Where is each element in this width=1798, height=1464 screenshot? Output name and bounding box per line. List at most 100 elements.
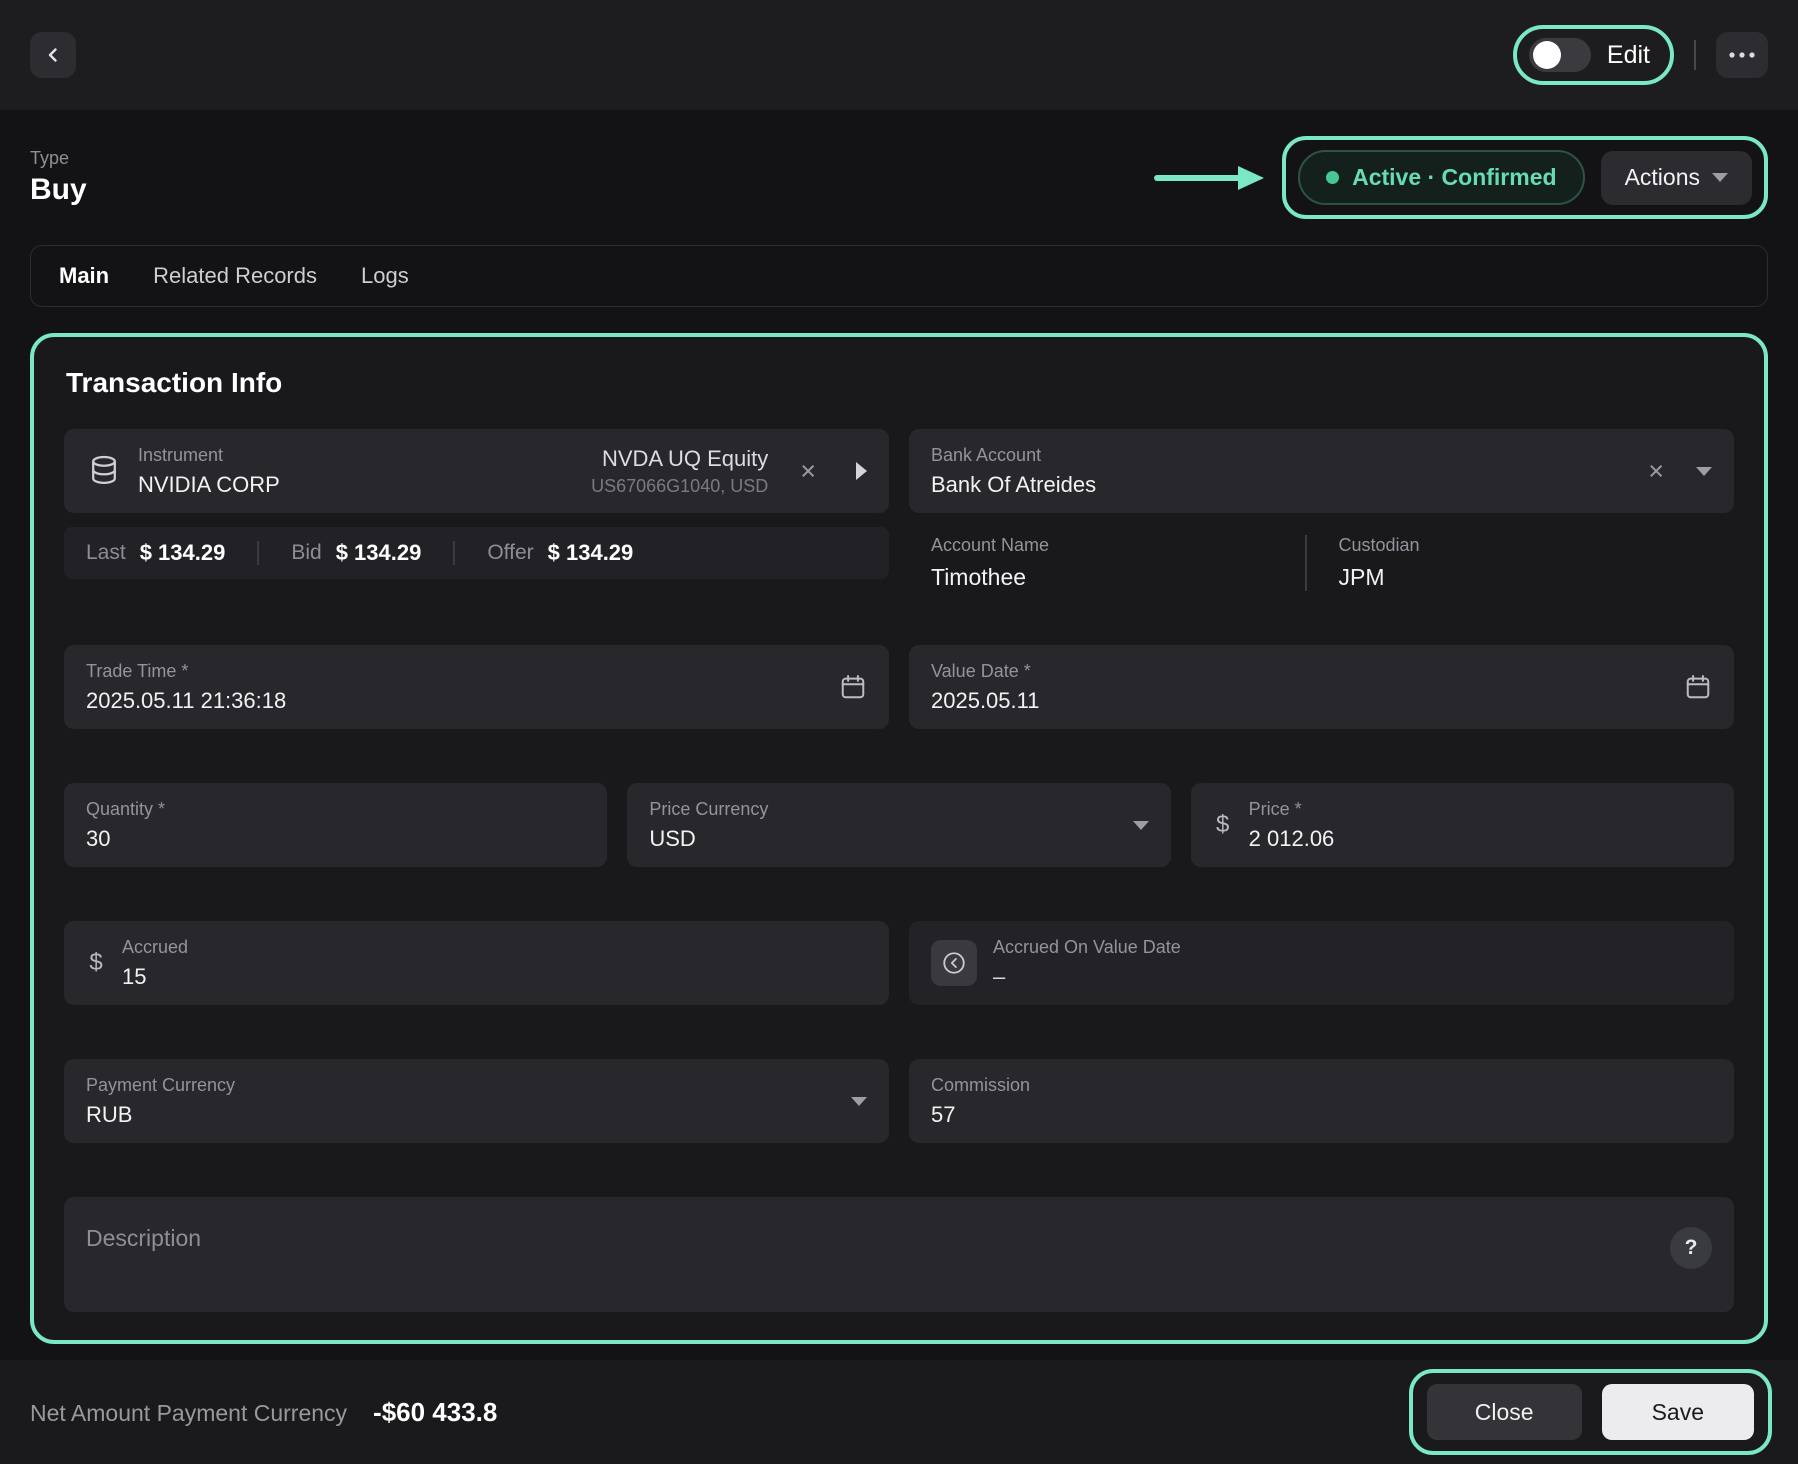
bank-account-column: Bank Account Bank Of Atreides × Account … xyxy=(909,429,1734,591)
bank-account-body: Bank Account Bank Of Atreides xyxy=(931,445,1630,498)
more-options-button[interactable] xyxy=(1716,32,1768,78)
price-currency-body: Price Currency USD xyxy=(649,799,1116,852)
footer: Net Amount Payment Currency -$60 433.8 C… xyxy=(0,1360,1798,1464)
annotation-footer-highlight: Close Save xyxy=(1409,1369,1772,1455)
chevron-down-icon xyxy=(1712,173,1728,182)
field-value: Timothee xyxy=(931,564,1305,591)
chevron-left-icon xyxy=(44,46,62,64)
row-dates: Trade Time * 2025.05.11 21:36:18 Value D… xyxy=(64,645,1734,729)
instrument-meta: NVDA UQ Equity US67066G1040, USD xyxy=(591,446,768,497)
calendar-icon[interactable] xyxy=(839,673,867,701)
dollar-icon: $ xyxy=(1213,811,1233,839)
topbar: Edit xyxy=(0,0,1798,110)
panel-title: Transaction Info xyxy=(66,367,1734,399)
row-description: Description ? xyxy=(64,1197,1734,1312)
field-label: Custodian xyxy=(1339,535,1713,556)
field-label: Accrued On Value Date xyxy=(993,937,1712,958)
field-label: Commission xyxy=(931,1075,1712,1096)
tab-main[interactable]: Main xyxy=(59,263,109,289)
calendar-icon[interactable] xyxy=(1684,673,1712,701)
quote-bid: Bid $ 134.29 xyxy=(291,540,421,566)
field-value: 30 xyxy=(86,826,585,852)
field-label: Bank Account xyxy=(931,445,1630,466)
field-label: Trade Time * xyxy=(86,661,823,682)
transaction-window: Edit Type Buy xyxy=(0,0,1798,1464)
dollar-icon: $ xyxy=(86,949,106,977)
status-area: Active · Confirmed Actions xyxy=(1154,136,1768,219)
type-row: Type Buy Active · Confirmed Actions xyxy=(30,110,1768,219)
accrued-on-value-date-body: Accrued On Value Date – xyxy=(993,937,1712,990)
field-label: Price Currency xyxy=(649,799,1116,820)
accrued-body: Accrued 15 xyxy=(122,937,867,990)
transaction-info-panel: Transaction Info Instrument NVIDIA CORP … xyxy=(30,333,1768,1344)
instrument-body: Instrument NVIDIA CORP xyxy=(138,445,575,498)
accrued-field[interactable]: $ Accrued 15 xyxy=(64,921,889,1005)
tab-related-records[interactable]: Related Records xyxy=(153,263,317,289)
quote-divider xyxy=(257,541,259,565)
quote-bar: Last $ 134.29 Bid $ 134.29 Offer $ 134.2… xyxy=(64,527,889,579)
type-label: Type xyxy=(30,148,87,169)
clear-bank-account-button[interactable]: × xyxy=(1646,458,1666,485)
price-field[interactable]: $ Price * 2 012.06 xyxy=(1191,783,1734,867)
rotate-left-icon xyxy=(931,940,977,986)
quantity-field[interactable]: Quantity * 30 xyxy=(64,783,607,867)
accrued-on-value-date-field[interactable]: Accrued On Value Date – xyxy=(909,921,1734,1005)
tab-logs[interactable]: Logs xyxy=(361,263,409,289)
row-quantity-price: Quantity * 30 Price Currency USD $ Price… xyxy=(64,783,1734,867)
instrument-column: Instrument NVIDIA CORP NVDA UQ Equity US… xyxy=(64,429,889,591)
field-label: Value Date * xyxy=(931,661,1668,682)
instrument-ticker: NVDA UQ Equity xyxy=(591,446,768,472)
commission-body: Commission 57 xyxy=(931,1075,1712,1128)
main-content: Type Buy Active · Confirmed Actions xyxy=(0,110,1798,1360)
field-value: JPM xyxy=(1339,564,1713,591)
row-instrument-bank: Instrument NVIDIA CORP NVDA UQ Equity US… xyxy=(64,429,1734,591)
description-placeholder: Description xyxy=(86,1225,201,1252)
annotation-edit-highlight: Edit xyxy=(1513,25,1674,85)
save-button[interactable]: Save xyxy=(1602,1384,1754,1440)
quote-offer: Offer $ 134.29 xyxy=(487,540,633,566)
bank-account-field[interactable]: Bank Account Bank Of Atreides × xyxy=(909,429,1734,513)
trade-time-field[interactable]: Trade Time * 2025.05.11 21:36:18 xyxy=(64,645,889,729)
close-button[interactable]: Close xyxy=(1427,1384,1582,1440)
field-value: USD xyxy=(649,826,1116,852)
annotation-status-highlight: Active · Confirmed Actions xyxy=(1282,136,1768,219)
quote-value: $ 134.29 xyxy=(548,540,634,566)
actions-label: Actions xyxy=(1625,164,1700,191)
quote-divider xyxy=(453,541,455,565)
edit-toggle[interactable]: Edit xyxy=(1529,38,1650,72)
chevron-right-icon[interactable] xyxy=(856,462,867,480)
actions-button[interactable]: Actions xyxy=(1601,151,1752,205)
chevron-down-icon xyxy=(1696,467,1712,476)
vertical-divider xyxy=(1694,40,1696,70)
quote-label: Bid xyxy=(291,541,321,565)
ellipsis-icon xyxy=(1729,52,1755,58)
chevron-down-icon xyxy=(851,1097,867,1106)
net-amount-block: Net Amount Payment Currency -$60 433.8 xyxy=(30,1397,497,1428)
field-value: NVIDIA CORP xyxy=(138,472,575,498)
tab-bar: Main Related Records Logs xyxy=(30,245,1768,307)
price-currency-field[interactable]: Price Currency USD xyxy=(627,783,1170,867)
field-value: – xyxy=(993,964,1712,990)
field-value: RUB xyxy=(86,1102,835,1128)
type-block: Type Buy xyxy=(30,148,87,207)
payment-currency-body: Payment Currency RUB xyxy=(86,1075,835,1128)
help-button[interactable]: ? xyxy=(1670,1227,1712,1269)
commission-field[interactable]: Commission 57 xyxy=(909,1059,1734,1143)
topbar-actions: Edit xyxy=(1513,25,1768,85)
field-value: 2 012.06 xyxy=(1249,826,1712,852)
status-text: Active · Confirmed xyxy=(1352,164,1556,191)
back-button[interactable] xyxy=(30,32,76,78)
account-info: Account Name Timothee Custodian JPM xyxy=(909,525,1734,591)
type-value: Buy xyxy=(30,173,87,207)
payment-currency-field[interactable]: Payment Currency RUB xyxy=(64,1059,889,1143)
net-amount-value: -$60 433.8 xyxy=(373,1397,497,1428)
quote-label: Offer xyxy=(487,541,533,565)
value-date-body: Value Date * 2025.05.11 xyxy=(931,661,1668,714)
description-input[interactable]: Description ? xyxy=(64,1197,1734,1312)
annotation-arrow-icon xyxy=(1154,163,1266,193)
clear-instrument-button[interactable]: × xyxy=(798,458,818,485)
edit-toggle-label: Edit xyxy=(1607,41,1650,70)
value-date-field[interactable]: Value Date * 2025.05.11 xyxy=(909,645,1734,729)
instrument-field[interactable]: Instrument NVIDIA CORP NVDA UQ Equity US… xyxy=(64,429,889,513)
quote-label: Last xyxy=(86,541,126,565)
